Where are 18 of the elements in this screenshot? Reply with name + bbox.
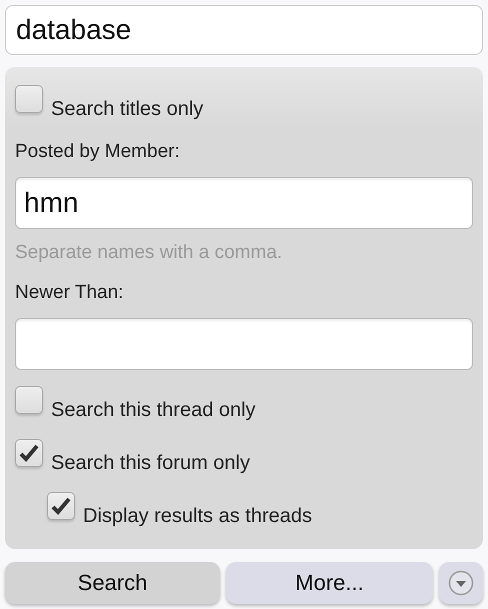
checkbox[interactable] — [15, 85, 43, 113]
dropdown-button[interactable] — [439, 562, 483, 604]
more-button[interactable]: More... — [226, 562, 433, 604]
checkbox[interactable] — [15, 438, 43, 466]
field-label: Newer Than: — [15, 281, 124, 305]
search-field[interactable]: database — [5, 5, 483, 55]
member-field[interactable]: hmn — [15, 176, 473, 228]
field-label: Posted by Member: — [15, 140, 181, 164]
checkbox-label: Search this forum only — [51, 450, 250, 476]
checkbox-label: Display results as threads — [83, 504, 312, 528]
dropdown-icon — [448, 570, 474, 596]
checkbox[interactable] — [47, 492, 75, 520]
hint-text: Separate names with a comma. — [15, 240, 284, 264]
search-button[interactable]: Search — [5, 562, 220, 604]
checkbox-label: Search this thread only — [51, 398, 256, 422]
date-field[interactable] — [15, 318, 473, 370]
checkbox-label: Search titles only — [51, 97, 204, 122]
checkbox[interactable] — [15, 386, 43, 414]
